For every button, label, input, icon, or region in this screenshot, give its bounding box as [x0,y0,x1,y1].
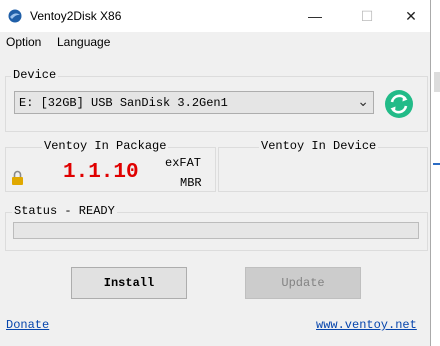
menu-language[interactable]: Language [57,35,110,49]
website-link[interactable]: www.ventoy.net [316,318,417,332]
close-button[interactable]: ✕ [388,0,434,32]
maximize-button[interactable]: ☐ [344,0,390,32]
menu-option[interactable]: Option [6,35,41,49]
package-version: 1.1.10 [63,161,139,184]
install-button[interactable]: Install [71,267,187,299]
device-dropdown-value: E: [32GB] USB SanDisk 3.2Gen1 [19,96,228,110]
package-group-label: Ventoy In Package [42,139,169,153]
background-window-edge [431,0,440,346]
device-group-label: Device [11,68,59,82]
progress-bar [13,222,419,239]
window-title: Ventoy2Disk X86 [30,9,122,23]
update-button[interactable]: Update [245,267,361,299]
chevron-down-icon: ⌄ [357,93,369,109]
lock-icon [12,170,23,185]
ventoy-app-icon [8,9,22,23]
refresh-icon[interactable] [384,89,414,119]
donate-link[interactable]: Donate [6,318,49,332]
minimize-button[interactable]: — [292,0,338,32]
ventoy-window: Ventoy2Disk X86 — ☐ ✕ Option Language De… [0,0,431,346]
status-label: Status - READY [12,204,117,218]
package-partition-style: MBR [180,176,202,190]
package-filesystem: exFAT [165,156,202,170]
device-version-group-label: Ventoy In Device [259,139,379,153]
menu-bar: Option Language [0,32,430,54]
device-version-group [218,147,428,192]
title-bar[interactable]: Ventoy2Disk X86 — ☐ ✕ [0,0,430,32]
device-dropdown[interactable]: E: [32GB] USB SanDisk 3.2Gen1 ⌄ [14,91,374,114]
